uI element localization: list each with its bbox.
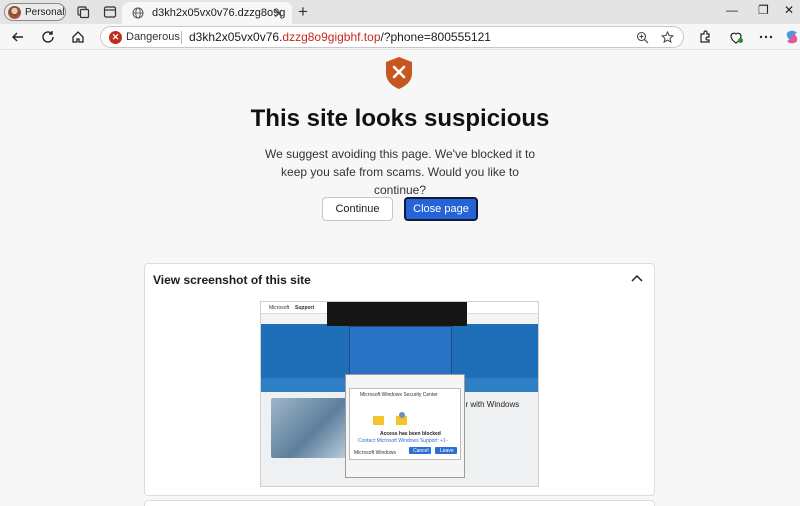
thumb-cancel-button: Cancel <box>409 447 431 454</box>
workspaces-icon[interactable] <box>76 5 90 19</box>
page-description: We suggest avoiding this page. We've blo… <box>264 147 535 197</box>
next-section-card <box>144 500 655 506</box>
thumb-scam-banner <box>327 302 467 326</box>
address-bar[interactable]: ✕ Dangerous d3kh2x05vx0v76.dzzg8o9gigbhf… <box>100 26 684 48</box>
chevron-up-icon[interactable] <box>631 273 643 283</box>
copilot-icon[interactable] <box>784 29 800 45</box>
new-tab-icon[interactable]: + <box>298 2 308 22</box>
home-icon[interactable] <box>70 29 86 45</box>
globe-icon <box>132 7 144 19</box>
screenshot-card-title[interactable]: View screenshot of this site <box>153 273 311 287</box>
thumb-leave-label: Leave <box>440 448 454 454</box>
thumb-dialog-title: Microsoft Windows Security Center <box>360 392 438 398</box>
screenshot-card: View screenshot of this site Microsoft S… <box>144 263 655 496</box>
danger-icon[interactable]: ✕ <box>109 31 122 44</box>
thumb-footer-brand: Microsoft Windows <box>354 450 396 456</box>
back-icon[interactable] <box>10 29 26 45</box>
continue-button[interactable]: Continue <box>322 197 393 221</box>
thumb-contact: Contact Microsoft Windows Support: +1- <box>358 438 448 444</box>
url-host-danger: dzzg8o9gigbhf.top <box>282 30 381 44</box>
url-path: /?phone=800555121 <box>380 30 491 44</box>
tab-actions-icon[interactable] <box>103 5 117 19</box>
url-text[interactable]: d3kh2x05vx0v76.dzzg8o9gigbhf.top/?phone=… <box>189 30 491 44</box>
thumb-access-blocked: Access has been blocked <box>380 431 441 437</box>
avatar <box>8 5 21 19</box>
tab-strip: Personal d3kh2x05vx0v76.dzzg8o9g ✕ + — ❐… <box>0 0 800 24</box>
thumb-cancel-label: Cancel <box>413 448 429 454</box>
tab-title: d3kh2x05vx0v76.dzzg8o9g <box>152 7 286 19</box>
minimize-icon[interactable]: — <box>726 3 738 17</box>
thumb-side-heading: er with Windows <box>461 400 520 409</box>
tab-close-icon[interactable]: ✕ <box>273 6 284 22</box>
profile-button[interactable]: Personal <box>4 3 66 21</box>
thumb-image <box>271 398 351 458</box>
more-menu-icon[interactable] <box>758 29 774 45</box>
close-page-button[interactable]: Close page <box>404 197 478 221</box>
thumb-leave-button: Leave <box>435 447 457 454</box>
thumb-folder-lock-icon <box>373 412 407 425</box>
restore-icon[interactable]: ❐ <box>758 3 769 17</box>
divider <box>181 31 182 44</box>
page-title: This site looks suspicious <box>250 105 550 132</box>
toolbar: ✕ Dangerous d3kh2x05vx0v76.dzzg8o9gigbhf… <box>0 24 800 50</box>
thumb-support: Support <box>295 305 315 311</box>
thumb-brand: Microsoft <box>269 305 290 311</box>
url-host: d3kh2x05vx0v76. <box>189 30 283 44</box>
browser-essentials-icon[interactable] <box>728 29 744 45</box>
favorite-star-icon[interactable] <box>661 31 674 44</box>
profile-label: Personal <box>25 6 65 18</box>
tab-active[interactable]: d3kh2x05vx0v76.dzzg8o9g ✕ <box>122 2 292 24</box>
close-window-icon[interactable]: ✕ <box>784 3 794 17</box>
security-label[interactable]: Dangerous <box>126 31 180 43</box>
site-screenshot: Microsoft Support er with Windows Micros… <box>260 301 539 487</box>
refresh-icon[interactable] <box>40 29 56 45</box>
zoom-icon[interactable] <box>636 31 649 44</box>
extensions-icon[interactable] <box>697 29 713 45</box>
shield-warning-icon <box>386 57 412 89</box>
warning-page: This site looks suspicious We suggest av… <box>0 51 800 506</box>
